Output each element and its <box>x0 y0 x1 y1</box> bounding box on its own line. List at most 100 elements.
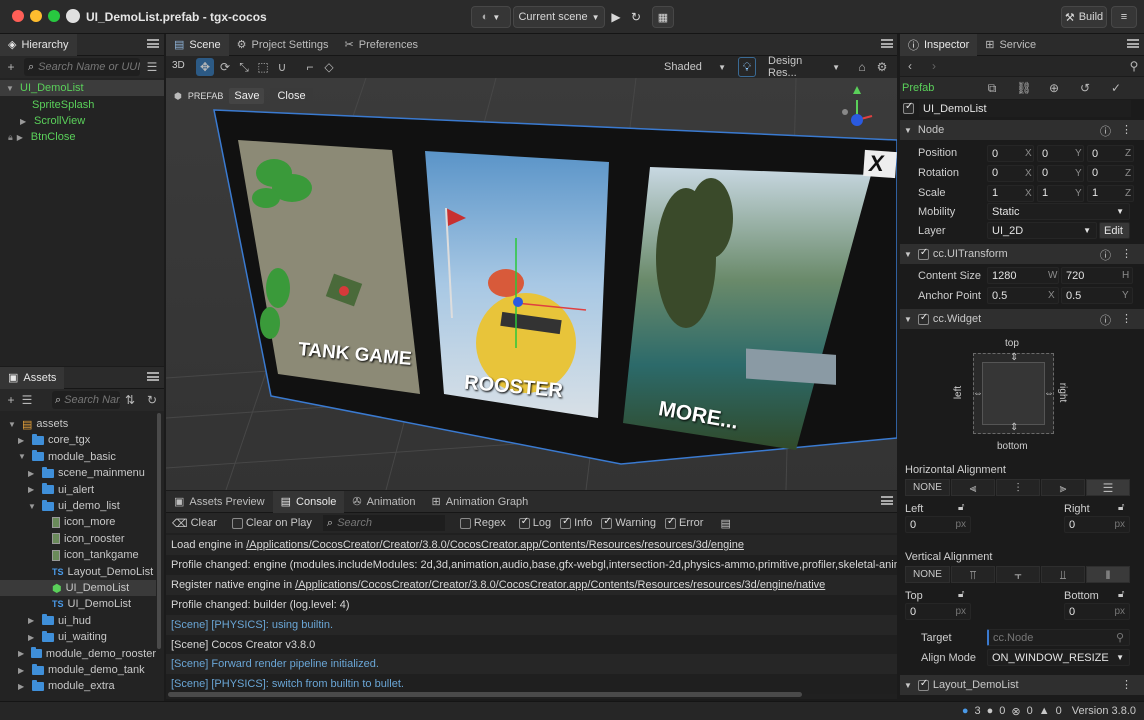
tab-assets[interactable]: ▣ Assets <box>0 366 65 389</box>
help-icon[interactable]: ⓘ <box>1100 123 1111 139</box>
filter-warning[interactable]: Warning <box>601 516 656 529</box>
add-icon[interactable]: + <box>4 392 18 408</box>
asset-item[interactable]: ▶ ui_alert <box>0 482 156 498</box>
forward-icon[interactable]: › <box>928 58 940 74</box>
pick-node-icon[interactable]: ⚲ <box>1116 631 1124 644</box>
clear-on-play-checkbox[interactable]: Clear on Play <box>231 517 312 529</box>
maximize-window-button[interactable] <box>48 10 60 22</box>
platform-select[interactable]: ◐ ▼ <box>471 6 511 28</box>
layer-select[interactable]: UI_2D ▼ <box>987 222 1097 239</box>
help-icon[interactable]: ⓘ <box>1100 312 1111 328</box>
scale-tool-icon[interactable]: ⤡ <box>236 59 252 75</box>
console-search[interactable]: ⌕ Search <box>322 515 445 531</box>
prefab-open-icon[interactable]: ⧉ <box>984 80 1000 96</box>
asset-item[interactable]: ▶ core_tgx <box>0 432 156 448</box>
lock-icon[interactable]: 🔓︎ <box>1118 502 1124 513</box>
console-line[interactable]: Profile changed: builder (log.level: 4) <box>166 594 897 615</box>
help-icon[interactable]: ⓘ <box>1100 247 1111 263</box>
console-line[interactable]: Register native engine in /Applications/… <box>166 574 897 595</box>
asset-item[interactable]: icon_more <box>0 514 156 530</box>
asset-item[interactable]: ▶ module_demo_rooster <box>0 646 156 662</box>
assets-menu-icon[interactable] <box>147 372 159 381</box>
uitransform-enabled-checkbox[interactable] <box>917 247 929 260</box>
tree-item-btnclose[interactable]: 🔒︎ ▶ BtnClose <box>8 129 75 145</box>
tab-assets-preview[interactable]: ▣ Assets Preview <box>166 491 273 513</box>
layout-enabled-checkbox[interactable] <box>917 678 929 691</box>
lock-icon[interactable]: 🔓︎ <box>958 502 964 513</box>
magnet-tool-icon[interactable]: ∪ <box>274 59 290 75</box>
v-align-bottom-button[interactable]: ⫫ <box>1041 566 1085 583</box>
more-icon[interactable]: ⋮ <box>1121 678 1132 691</box>
widget-right-field[interactable]: 0 px <box>1064 516 1130 533</box>
tab-animation-graph[interactable]: ⊞ Animation Graph <box>424 491 537 513</box>
rect-tool-icon[interactable]: ⬚ <box>255 59 271 75</box>
build-button[interactable]: ⚒ Build <box>1061 6 1107 28</box>
console-line-link[interactable]: /Applications/CocosCreator/Creator/3.8.0… <box>246 539 744 551</box>
anchor-left-icon[interactable]: ⇔ <box>973 388 983 399</box>
hierarchy-menu-icon[interactable] <box>147 39 159 48</box>
asset-item[interactable]: TS Layout_DemoList <box>0 564 156 580</box>
layout-button[interactable]: ▦ <box>652 6 674 28</box>
console-line[interactable]: Load engine in /Applications/CocosCreato… <box>166 535 897 555</box>
shading-select[interactable]: Shaded ▼ <box>660 58 730 76</box>
console-line[interactable]: [Scene] Cocos Creator v3.8.0 <box>166 634 897 655</box>
asset-item[interactable]: ▶ module_extra <box>0 678 156 694</box>
prefab-revert-icon[interactable]: ↺ <box>1077 80 1093 96</box>
filter-log[interactable]: Log <box>518 516 551 529</box>
h-align-right-button[interactable]: ⫸ <box>1041 479 1085 496</box>
widget-section-header[interactable]: ▼ cc.Widget ⓘ ⋮ <box>900 309 1144 329</box>
snap-icon[interactable]: ◇ <box>321 59 337 75</box>
layer-edit-button[interactable]: Edit <box>1099 222 1130 239</box>
console-scrollbar[interactable] <box>168 692 802 697</box>
close-window-button[interactable] <box>12 10 24 22</box>
node-active-checkbox[interactable] <box>903 101 914 114</box>
v-align-stretch-button[interactable]: ‖ <box>1086 566 1130 583</box>
mobility-select[interactable]: Static ▼ <box>987 203 1130 220</box>
h-align-none-button[interactable]: NONE <box>905 479 950 496</box>
status-warn-count[interactable]: 0 <box>999 705 1005 717</box>
console-clear-button[interactable]: ⌫ Clear <box>172 517 217 530</box>
asset-item[interactable]: icon_tankgame <box>0 547 156 563</box>
prefab-save-button[interactable]: Save <box>229 88 265 104</box>
console-line[interactable]: [Scene] Forward render pipeline initiali… <box>166 654 897 675</box>
widget-enabled-checkbox[interactable] <box>917 312 929 325</box>
h-align-stretch-button[interactable]: ☰ <box>1086 479 1130 496</box>
assets-search[interactable]: ⌕ Search Name <box>52 391 120 409</box>
asset-item[interactable]: ▼ ▤ assets <box>0 416 156 432</box>
back-icon[interactable]: ‹ <box>904 58 916 74</box>
scene-menu-icon[interactable] <box>881 39 893 48</box>
asset-item[interactable]: ⬢ UI_DemoList <box>0 580 156 596</box>
refresh-icon[interactable]: ↻ <box>146 392 158 408</box>
asset-item[interactable]: ▼ module_basic <box>0 449 156 465</box>
minimize-window-button[interactable] <box>30 10 42 22</box>
more-icon[interactable]: ⋮ <box>1121 247 1132 260</box>
console-line[interactable]: Profile changed: engine (modules.include… <box>166 554 897 575</box>
console-line[interactable]: [Scene] [PHYSICS]: using builtin. <box>166 614 897 635</box>
node-section-header[interactable]: ▼ Node ⓘ ⋮ <box>900 120 1144 140</box>
widget-alignment-box[interactable]: ⇕ ⇕ ⇔ ⇔ <box>973 352 1054 434</box>
lock-icon[interactable]: 🔓︎ <box>958 589 964 600</box>
window-menu-button[interactable]: ≡ <box>1111 6 1137 28</box>
refresh-button[interactable]: ↻ <box>626 6 646 28</box>
anchor-bottom-icon[interactable]: ⇕ <box>1010 422 1018 433</box>
filter-error[interactable]: Error <box>664 516 703 529</box>
target-field[interactable]: cc.Node ⚲ <box>987 629 1130 646</box>
v-align-none-button[interactable]: NONE <box>905 566 950 583</box>
filter-regex[interactable]: Regex <box>459 517 506 529</box>
prefab-apply-icon[interactable]: ✓ <box>1108 80 1124 96</box>
asset-item[interactable]: TS UI_DemoList <box>0 596 156 612</box>
asset-item[interactable]: ▶ module_demo_tank <box>0 662 156 678</box>
filter-info[interactable]: Info <box>560 516 592 529</box>
asset-item[interactable]: ▶ scene_mainmenu <box>0 465 156 481</box>
scene-select[interactable]: Current scene ▼ <box>513 6 605 28</box>
widget-top-field[interactable]: 0 px <box>905 603 971 620</box>
sort-icon[interactable]: ☰ <box>20 392 34 408</box>
hierarchy-search[interactable]: ⌕ Search Name or UUID <box>24 58 140 76</box>
prefab-close-button[interactable]: Close <box>270 88 313 104</box>
assets-scrollbar[interactable] <box>157 413 161 649</box>
tab-scene[interactable]: ▤ Scene <box>166 33 229 56</box>
status-alert-count[interactable]: 0 <box>1056 705 1062 717</box>
more-icon[interactable]: ⋮ <box>1121 123 1132 136</box>
tree-item-spritesplash[interactable]: SpriteSplash <box>32 97 94 113</box>
camera-icon[interactable]: ⌂ <box>854 59 870 75</box>
